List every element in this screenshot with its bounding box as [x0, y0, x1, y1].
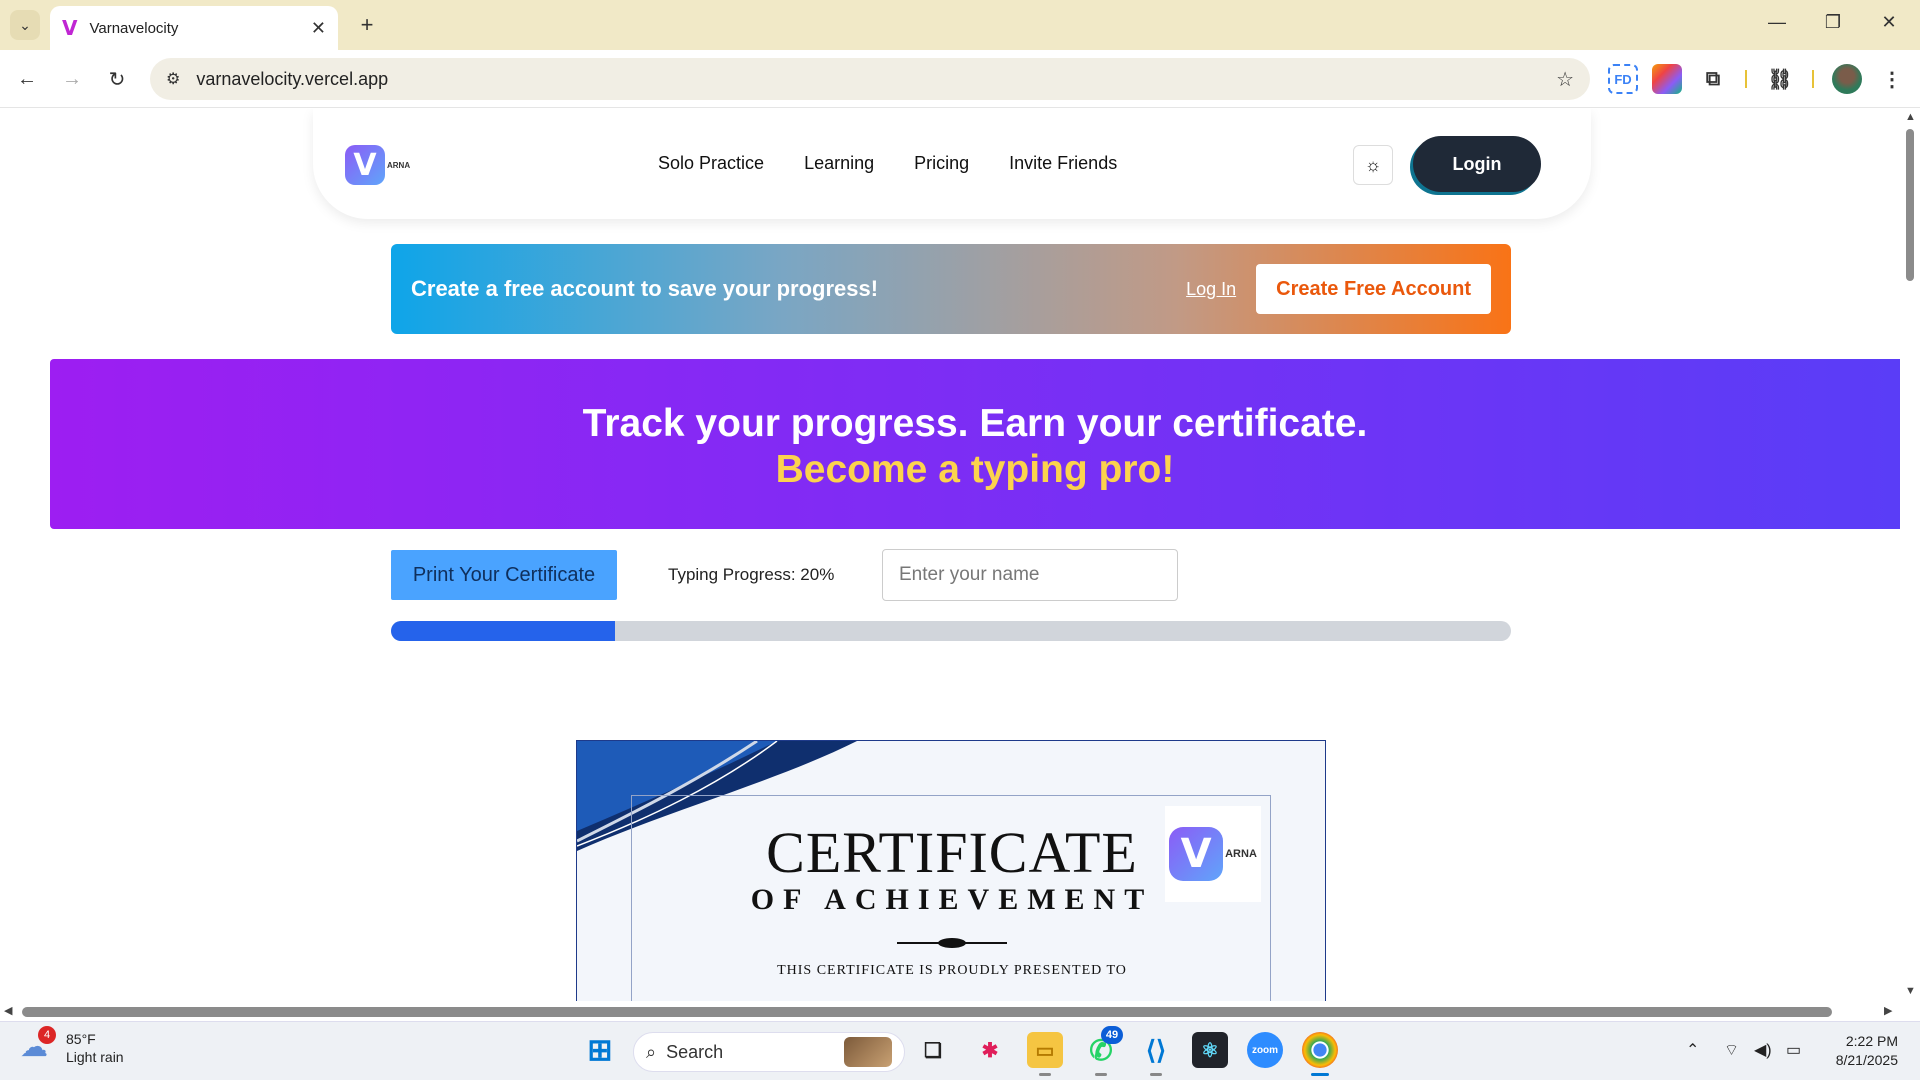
address-toolbar: ← → ↻ ⚙ varnavelocity.vercel.app ☆ FD ⧉ …: [0, 50, 1920, 108]
scroll-right-icon[interactable]: ▶: [1884, 1004, 1892, 1017]
battery-icon[interactable]: ▭: [1786, 1040, 1801, 1060]
print-certificate-button[interactable]: Print Your Certificate: [391, 550, 617, 600]
site-logo[interactable]: V ARNA: [345, 143, 415, 187]
clock-time: 2:22 PM: [1845, 1033, 1898, 1049]
profile-avatar[interactable]: [1832, 64, 1862, 94]
certificate-logo: V ARNA: [1165, 806, 1261, 902]
typing-progress-label: Typing Progress: 20%: [668, 565, 835, 584]
file-explorer-icon[interactable]: ▭: [1027, 1032, 1063, 1076]
certificate-ornament: [897, 938, 1007, 948]
horizontal-scroll-thumb[interactable]: [22, 1007, 1832, 1017]
slack-icon[interactable]: ✱: [972, 1032, 1008, 1068]
weather-badge: 4: [38, 1026, 56, 1044]
nav-pricing[interactable]: Pricing: [914, 153, 969, 174]
logo-v-icon: V: [345, 145, 385, 185]
menu-kebab-icon[interactable]: ⋮: [1877, 64, 1907, 94]
logo-text: ARNA: [387, 160, 411, 170]
nav-links: Solo Practice Learning Pricing Invite Fr…: [658, 153, 1117, 174]
tab-bar: ⌄ V Varnavelocity ✕ + — ❐ ✕: [0, 0, 1920, 50]
whatsapp-badge: 49: [1101, 1026, 1123, 1044]
bookmark-star-icon[interactable]: ☆: [1556, 67, 1574, 92]
name-input[interactable]: [882, 549, 1178, 601]
wifi-icon[interactable]: ⌔: [1724, 1040, 1739, 1060]
volume-icon[interactable]: ◀): [1754, 1040, 1772, 1060]
taskbar-search[interactable]: ⌕ Search: [633, 1032, 905, 1072]
clock-date: 8/21/2025: [1835, 1052, 1898, 1068]
link-icon[interactable]: ⛓: [1765, 64, 1795, 94]
create-account-button[interactable]: Create Free Account: [1256, 264, 1491, 314]
reload-icon[interactable]: ↻: [102, 64, 132, 94]
omnibox[interactable]: ⚙ varnavelocity.vercel.app ☆: [150, 58, 1590, 100]
scroll-left-icon[interactable]: ◀: [4, 1004, 12, 1017]
windows-start-icon[interactable]: ⊞: [582, 1032, 618, 1068]
hero-line-2: Become a typing pro!: [775, 448, 1175, 491]
page-viewport: V ARNA Solo Practice Learning Pricing In…: [0, 109, 1900, 1002]
weather-temp: 85°F: [66, 1031, 96, 1047]
color-picker-icon[interactable]: [1652, 64, 1682, 94]
windows-taskbar: ☁ 4 85°F Light rain ⊞ ⌕ Search ❏ ✱ ▭ ✆ 4…: [0, 1021, 1920, 1080]
tab-favicon-icon: V: [62, 16, 78, 40]
site-info-icon[interactable]: ⚙: [166, 69, 180, 89]
nav-invite-friends[interactable]: Invite Friends: [1009, 153, 1117, 174]
restore-icon[interactable]: ❐: [1818, 12, 1848, 33]
puzzle-icon[interactable]: ⧉: [1698, 64, 1728, 94]
toolbar-separator: [1812, 70, 1814, 88]
vertical-scroll-thumb[interactable]: [1906, 129, 1914, 281]
vertical-scrollbar[interactable]: ▲ ▼: [1900, 109, 1920, 1002]
fd-extension-icon[interactable]: FD: [1608, 64, 1638, 94]
certificate-logo-v-icon: V: [1169, 827, 1224, 881]
browser-tab[interactable]: V Varnavelocity ✕: [50, 6, 338, 50]
chrome-icon[interactable]: [1302, 1032, 1338, 1076]
signup-banner: Create a free account to save your progr…: [391, 244, 1511, 334]
url-text[interactable]: varnavelocity.vercel.app: [196, 69, 1556, 90]
login-button[interactable]: Login: [1413, 136, 1541, 192]
certificate-logo-text: ARNA: [1225, 848, 1257, 860]
toolbar-separator: [1745, 70, 1747, 88]
nav-solo-practice[interactable]: Solo Practice: [658, 153, 764, 174]
progress-fill: [391, 621, 615, 641]
site-navbar: V ARNA Solo Practice Learning Pricing In…: [313, 109, 1591, 219]
certificate-presented-text: THIS CERTIFICATE IS PROUDLY PRESENTED TO: [777, 963, 1127, 978]
weather-desc: Light rain: [66, 1049, 124, 1065]
tray-chevron-icon[interactable]: ⌃: [1686, 1040, 1699, 1060]
progress-track: [391, 621, 1511, 641]
certificate-preview: CERTIFICATE OF ACHIEVEMENT THIS CERTIFIC…: [576, 740, 1326, 1002]
zoom-icon[interactable]: zoom: [1247, 1032, 1283, 1068]
tab-search-chevron-icon[interactable]: ⌄: [10, 10, 40, 40]
vscode-icon[interactable]: ⟨⟩: [1138, 1032, 1174, 1076]
hero-section: Track your progress. Earn your certifica…: [50, 359, 1900, 529]
cloud-rain-icon: ☁ 4: [20, 1026, 56, 1066]
task-view-icon[interactable]: ❏: [915, 1032, 951, 1068]
weather-widget[interactable]: ☁ 4 85°F Light rain: [20, 1026, 124, 1066]
nav-learning[interactable]: Learning: [804, 153, 874, 174]
minimize-icon[interactable]: —: [1762, 12, 1792, 33]
theme-toggle-sun-icon[interactable]: ☼: [1353, 145, 1393, 185]
search-highlight-image: [844, 1037, 892, 1067]
tab-close-icon[interactable]: ✕: [311, 18, 326, 39]
close-window-icon[interactable]: ✕: [1874, 12, 1904, 33]
banner-message: Create a free account to save your progr…: [411, 276, 879, 301]
scroll-up-icon[interactable]: ▲: [1905, 111, 1916, 123]
horizontal-scrollbar[interactable]: ◀ ▶: [0, 1001, 1920, 1021]
hero-line-1: Track your progress. Earn your certifica…: [582, 402, 1368, 445]
new-tab-icon[interactable]: +: [352, 10, 382, 40]
forward-icon[interactable]: →: [57, 64, 87, 94]
system-clock[interactable]: 2:22 PM 8/21/2025: [1822, 1032, 1898, 1070]
scroll-down-icon[interactable]: ▼: [1905, 985, 1916, 997]
search-icon: ⌕: [646, 1041, 657, 1062]
banner-login-link[interactable]: Log In: [1186, 279, 1236, 300]
back-icon[interactable]: ←: [12, 64, 42, 94]
react-icon[interactable]: ⚛: [1192, 1032, 1228, 1068]
tab-title: Varnavelocity: [89, 19, 179, 37]
whatsapp-icon[interactable]: ✆ 49: [1083, 1026, 1123, 1076]
taskbar-search-label: Search: [666, 1041, 724, 1062]
